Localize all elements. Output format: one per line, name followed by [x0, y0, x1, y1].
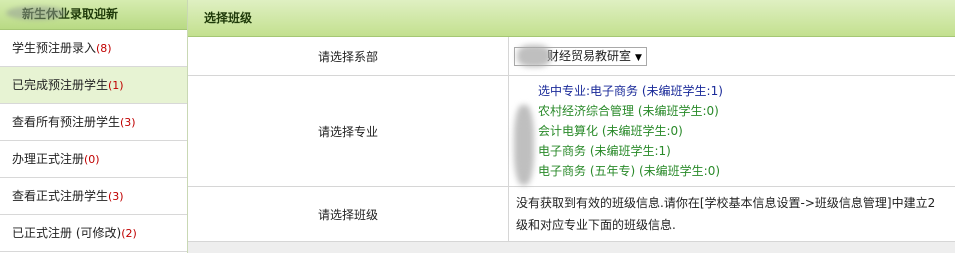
sidebar-nav: 学生预注册录入(8) 已完成预注册学生(1) 查看所有预注册学生(3) 办理正式注册(… [0, 30, 187, 252]
sidebar-item-count: (3) [108, 190, 124, 203]
sidebar-item-label: 已正式注册 (可修改) [12, 226, 122, 240]
sidebar-item[interactable]: 查看所有预注册学生(3) [0, 104, 187, 141]
major-cell: 选中专业:电子商务 (未编班学生:1) 农村经济综合管理 (未编班学生:0) 会计电… [508, 75, 955, 187]
sidebar-item-count: (3) [120, 116, 136, 129]
major-option[interactable]: 选中专业:电子商务 (未编班学生:1) [538, 81, 954, 101]
major-option[interactable]: 农村经济综合管理 (未编班学生:0) [538, 101, 954, 121]
sidebar-item[interactable]: 查看正式注册学生(3) [0, 178, 187, 215]
sidebar-header: 新生休业录取迎新 [0, 0, 187, 30]
sidebar-item-label: 查看所有预注册学生 [12, 115, 121, 129]
department-select-value: 财经贸易教研室 [547, 48, 632, 63]
sidebar-item[interactable]: 已正式注册 (可修改)(2) [0, 215, 187, 252]
class-row: 请选择班级 没有获取到有效的班级信息.请你在[学校基本信息设置->班级信息管理]… [188, 186, 955, 242]
sidebar-item-label: 查看正式注册学生 [12, 189, 109, 203]
class-message-line: 没有获取到有效的班级信息.请你在[学校基本信息设置->班级信息管理]中建立2 [516, 196, 936, 210]
major-option[interactable]: 电子商务 (五年专) (未编班学生:0) [538, 161, 954, 181]
sidebar-item[interactable]: 学生预注册录入(8) [0, 30, 187, 67]
chevron-down-icon: ▼ [635, 52, 642, 63]
department-cell: 财经贸易教研室 ▼ [508, 37, 955, 76]
sidebar-item-count: (0) [84, 153, 100, 166]
main-panel: 选择班级 请选择系部 财经贸易教研室 ▼ 请选择专业 选中专业:电子商务 (未编班… [188, 0, 955, 253]
department-label: 请选择系部 [188, 37, 509, 76]
department-row: 请选择系部 财经贸易教研室 ▼ [188, 37, 955, 76]
major-row: 请选择专业 选中专业:电子商务 (未编班学生:1) 农村经济综合管理 (未编班学生… [188, 75, 955, 187]
class-cell: 没有获取到有效的班级信息.请你在[学校基本信息设置->班级信息管理]中建立2 级… [508, 186, 955, 242]
class-selection-form: 请选择系部 财经贸易教研室 ▼ 请选择专业 选中专业:电子商务 (未编班学生:1)… [188, 37, 955, 242]
sidebar: 新生休业录取迎新 学生预注册录入(8) 已完成预注册学生(1) 查看所有预注册学生(… [0, 0, 188, 253]
sidebar-item[interactable]: 办理正式注册(0) [0, 141, 187, 178]
sidebar-item[interactable]: 已完成预注册学生(1) [0, 67, 187, 104]
class-message: 没有获取到有效的班级信息.请你在[学校基本信息设置->班级信息管理]中建立2 级… [510, 188, 954, 240]
sidebar-item-label: 学生预注册录入 [12, 41, 97, 55]
class-label: 请选择班级 [188, 186, 509, 242]
department-select[interactable]: 财经贸易教研室 ▼ [514, 44, 647, 67]
sidebar-item-count: (2) [121, 227, 137, 240]
redaction-mark [6, 6, 66, 20]
sidebar-item-label: 已完成预注册学生 [12, 78, 109, 92]
major-list: 选中专业:电子商务 (未编班学生:1) 农村经济综合管理 (未编班学生:0) 会计电… [510, 77, 954, 185]
major-option[interactable]: 电子商务 (未编班学生:1) [538, 141, 954, 161]
redaction-mark [517, 44, 551, 67]
major-label: 请选择专业 [188, 75, 509, 187]
major-option[interactable]: 会计电算化 (未编班学生:0) [538, 121, 954, 141]
class-message-line: 级和对应专业下面的班级信息. [516, 218, 676, 232]
redaction-mark [514, 105, 534, 185]
sidebar-item-label: 办理正式注册 [12, 152, 85, 166]
sidebar-item-count: (1) [108, 79, 124, 92]
sidebar-item-count: (8) [96, 42, 112, 55]
panel-title: 选择班级 [188, 0, 955, 37]
